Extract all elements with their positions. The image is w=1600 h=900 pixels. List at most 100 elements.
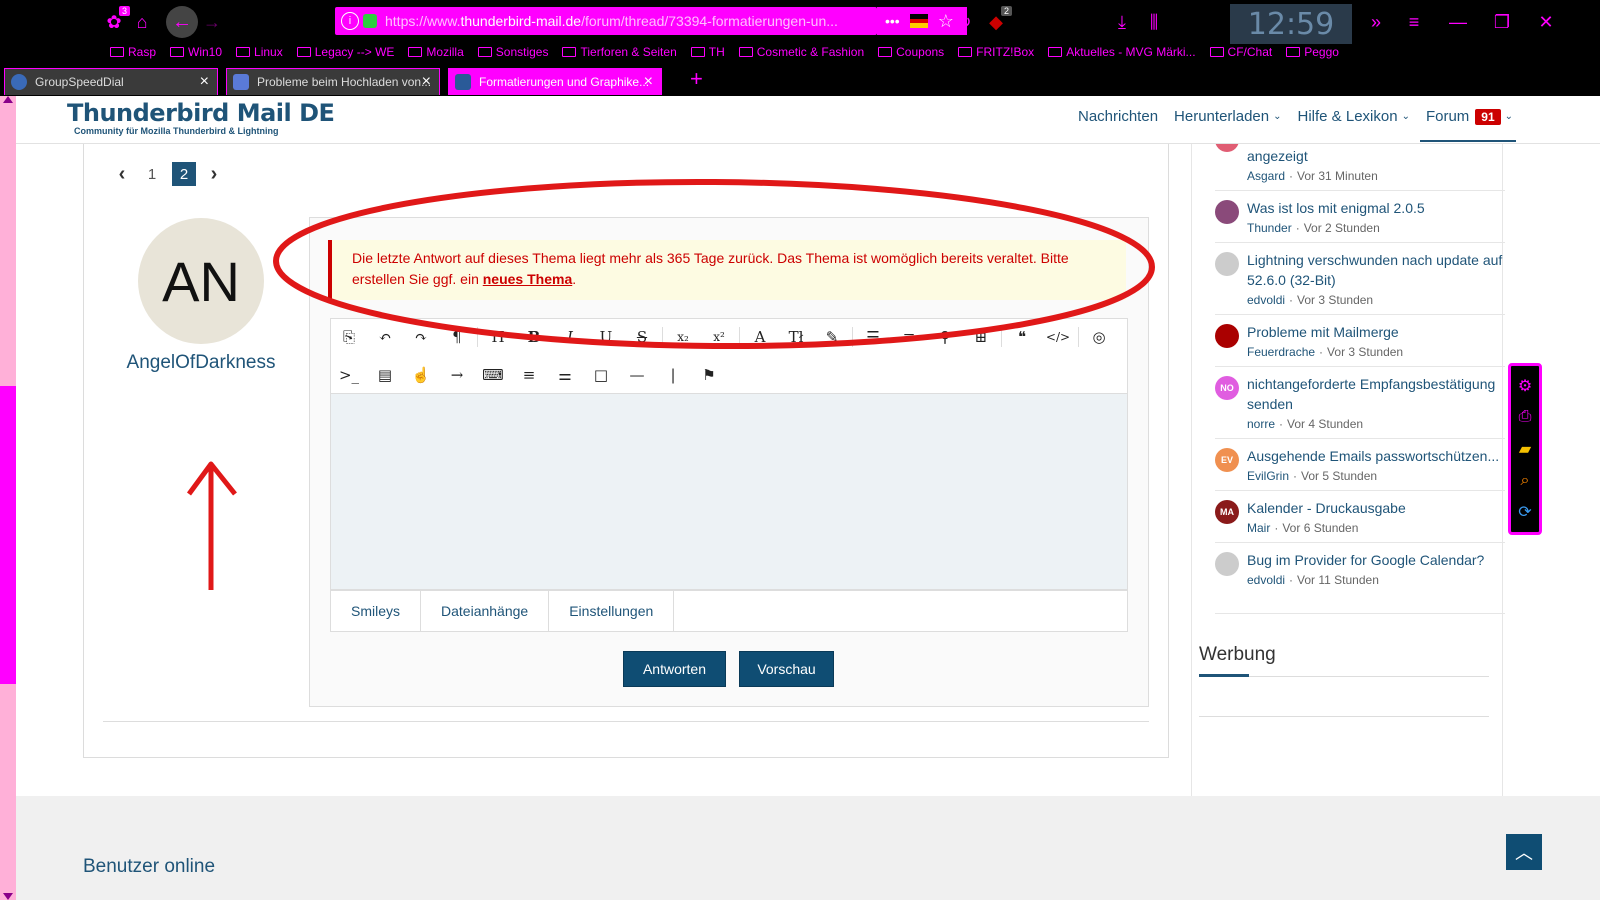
- bookmark-item[interactable]: CF/Chat: [1209, 45, 1272, 59]
- tab-smileys[interactable]: Smileys: [331, 591, 422, 631]
- addon-icon[interactable]: ✿ 3: [100, 6, 130, 36]
- tab-probleme[interactable]: Probleme beim Hochladen von... ×: [226, 68, 440, 95]
- thread-title-link[interactable]: Was ist los mit enigmal 2.0.5: [1247, 198, 1505, 218]
- print-icon[interactable]: ⎙: [1516, 408, 1534, 426]
- line-icon[interactable]: |: [655, 357, 691, 393]
- box-icon[interactable]: □: [583, 357, 619, 393]
- bookmark-item[interactable]: TH: [690, 45, 725, 59]
- hr-icon[interactable]: —: [619, 357, 655, 393]
- menu-icon[interactable]: ≡: [1400, 8, 1428, 36]
- tab-formatierungen[interactable]: Formatierungen und Graphike... ×: [448, 68, 662, 95]
- thread-title-link[interactable]: nichtangeforderte Empfangsbestätigung se…: [1247, 374, 1505, 414]
- new-thread-link[interactable]: neues Thema: [483, 271, 572, 287]
- arrow-icon[interactable]: →: [439, 357, 475, 393]
- underline-icon[interactable]: U: [588, 319, 624, 355]
- username-link[interactable]: AngelOfDarkness: [122, 352, 280, 374]
- gear-icon[interactable]: ⚙: [1516, 377, 1534, 395]
- next-page-icon[interactable]: ›: [204, 163, 224, 186]
- color-icon[interactable]: ✎: [814, 319, 850, 355]
- ublock-icon[interactable]: ◆ 2: [982, 6, 1012, 36]
- close-window-icon[interactable]: ✕: [1532, 8, 1560, 36]
- superscript-icon[interactable]: x²: [701, 319, 737, 355]
- bookmark-item[interactable]: Win10: [170, 45, 222, 59]
- nav-hilfe-lexikon[interactable]: Hilfe & Lexikon ⌄: [1298, 108, 1410, 125]
- reload-icon[interactable]: ↻: [950, 8, 978, 36]
- list-icon[interactable]: ☰: [855, 319, 891, 355]
- avatar[interactable]: NO: [1215, 376, 1239, 400]
- undo-icon[interactable]: ↶: [367, 319, 403, 355]
- font-size-icon[interactable]: Tł: [778, 319, 814, 355]
- hand-icon[interactable]: ☝: [403, 357, 439, 393]
- table-icon[interactable]: ⊞: [963, 319, 999, 355]
- close-tab-icon[interactable]: ×: [644, 73, 653, 91]
- url-bar[interactable]: i https://www. thunderbird-mail.de/forum/…: [335, 7, 877, 35]
- author-link[interactable]: Asgard: [1247, 169, 1285, 183]
- page-actions-icon[interactable]: •••: [885, 13, 900, 29]
- minimize-icon[interactable]: —: [1444, 8, 1472, 36]
- bookmark-item[interactable]: Sonstiges: [477, 45, 548, 59]
- align-icon[interactable]: ≡: [891, 319, 927, 355]
- download-icon[interactable]: ⤓: [1108, 8, 1136, 36]
- sync-icon[interactable]: ⟳: [1516, 503, 1534, 521]
- language-flag-icon[interactable]: [909, 14, 928, 29]
- paragraph-icon[interactable]: ¶: [439, 319, 475, 355]
- avatar[interactable]: [1215, 200, 1239, 224]
- author-link[interactable]: EvilGrin: [1247, 469, 1289, 483]
- scroll-down-icon[interactable]: [3, 893, 13, 900]
- avatar[interactable]: [1215, 252, 1239, 276]
- nav-forum[interactable]: Forum 91 ⌄: [1426, 108, 1513, 125]
- library-icon[interactable]: ⫼: [1140, 8, 1168, 36]
- strikethrough-icon[interactable]: S: [624, 319, 660, 355]
- page-2[interactable]: 2: [172, 162, 196, 186]
- left-scrollbar[interactable]: [0, 96, 16, 900]
- folder-icon[interactable]: ▰: [1516, 440, 1534, 458]
- flag-icon[interactable]: ⚑: [691, 357, 727, 393]
- book-icon[interactable]: ▤: [367, 357, 403, 393]
- thread-title-link[interactable]: Ausgehende Emails passwortschützen...: [1247, 446, 1505, 466]
- avatar[interactable]: [1215, 324, 1239, 348]
- keyboard-icon[interactable]: ⌨: [475, 357, 511, 393]
- back-button[interactable]: ←: [166, 6, 198, 38]
- close-tab-icon[interactable]: ×: [200, 73, 209, 91]
- bookmark-item[interactable]: Legacy --> WE: [296, 45, 394, 59]
- avatar[interactable]: MA: [1215, 500, 1239, 524]
- italic-icon[interactable]: I: [552, 319, 588, 355]
- spoiler-icon[interactable]: ◎: [1081, 319, 1117, 355]
- bookmark-item[interactable]: Aktuelles - MVG Märki...: [1048, 45, 1196, 59]
- page-1[interactable]: 1: [140, 162, 164, 186]
- bookmark-item[interactable]: Peggo: [1286, 45, 1339, 59]
- terminal-icon[interactable]: >_: [331, 357, 367, 393]
- tab-attachments[interactable]: Dateianhänge: [421, 591, 550, 631]
- menu-icon[interactable]: ≡: [511, 357, 547, 393]
- close-tab-icon[interactable]: ×: [422, 73, 431, 91]
- bookmark-item[interactable]: Rasp: [110, 45, 156, 59]
- heading-icon[interactable]: H: [480, 319, 516, 355]
- code-icon[interactable]: </>: [1040, 319, 1076, 355]
- new-tab-button[interactable]: +: [690, 66, 703, 92]
- message-textarea[interactable]: [330, 394, 1128, 590]
- thread-title-link[interactable]: Probleme mit Mailmerge: [1247, 322, 1505, 342]
- bookmark-item[interactable]: Tierforen & Seiten: [562, 45, 677, 59]
- tab-groupspeeddial[interactable]: GroupSpeedDial ×: [4, 68, 218, 95]
- info-icon[interactable]: i: [341, 12, 359, 30]
- reply-button[interactable]: Antworten: [623, 651, 726, 687]
- bookmark-item[interactable]: Mozilla: [408, 45, 464, 59]
- font-icon[interactable]: A: [742, 319, 778, 355]
- thread-title-link[interactable]: Bug im Provider for Google Calendar?: [1247, 550, 1505, 570]
- link-icon[interactable]: ⚲: [927, 319, 963, 355]
- author-link[interactable]: norre: [1247, 417, 1275, 431]
- tab-settings[interactable]: Einstellungen: [549, 591, 675, 631]
- site-logo[interactable]: Thunderbird Mail DE: [67, 99, 335, 127]
- avatar[interactable]: AN: [138, 218, 264, 344]
- redo-icon[interactable]: ↷: [403, 319, 439, 355]
- quote-icon[interactable]: ❝: [1004, 319, 1040, 355]
- source-icon[interactable]: ⎘: [331, 319, 367, 355]
- thread-title-link[interactable]: Kalender - Druckausgabe: [1247, 498, 1505, 518]
- search-icon[interactable]: ⌕: [1516, 472, 1534, 490]
- restore-icon[interactable]: ❐: [1488, 8, 1516, 36]
- scroll-up-icon[interactable]: [3, 96, 13, 103]
- bold-icon[interactable]: B: [516, 319, 552, 355]
- author-link[interactable]: Thunder: [1247, 221, 1292, 235]
- bookmark-item[interactable]: Linux: [236, 45, 283, 59]
- sliders-icon[interactable]: ⚌: [547, 357, 583, 393]
